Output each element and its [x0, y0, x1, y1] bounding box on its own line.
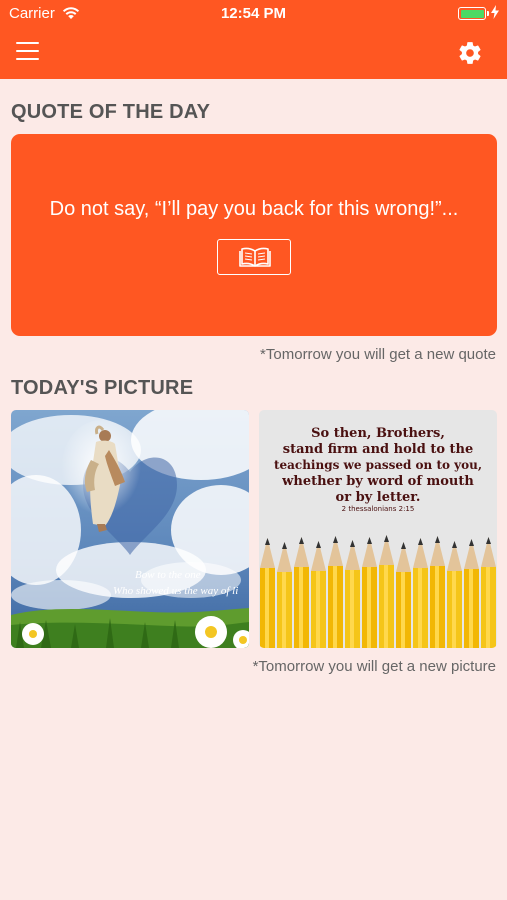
verse-line-4: whether by word of mouth: [281, 474, 474, 489]
charging-bolt-icon: [491, 5, 499, 19]
verse-reference: 2 thessalonians 2:15: [342, 505, 415, 513]
status-time: 12:54 PM: [220, 5, 287, 22]
quote-note: *Tomorrow you will get a new quote: [260, 346, 496, 363]
picture-caption-line-1: Bow to the one: [135, 569, 201, 581]
gear-icon[interactable]: [457, 40, 483, 66]
quote-text: Do not say, “I’ll pay you back for this …: [49, 198, 459, 220]
picture-note: *Tomorrow you will get a new picture: [252, 658, 496, 675]
battery-icon: [458, 7, 489, 20]
verse-line-1: So then, Brothers,: [311, 426, 445, 441]
quote-section-title: QUOTE OF THE DAY: [11, 101, 211, 123]
hamburger-menu-icon[interactable]: [16, 42, 40, 60]
jesus-sky-picture[interactable]: Bow to the one Who showed us the way of …: [11, 410, 249, 648]
app-header: Carrier 12:54 PM: [0, 0, 507, 79]
verse-line-5: or by letter.: [336, 490, 421, 505]
status-bar: Carrier 12:54 PM: [0, 0, 507, 28]
jesus-sky-image: Bow to the one Who showed us the way of …: [11, 410, 249, 648]
verse-pencils-picture[interactable]: So then, Brothers, stand firm and hold t…: [259, 410, 497, 648]
read-quote-button[interactable]: [217, 239, 291, 275]
picture-section-title: TODAY'S PICTURE: [11, 377, 194, 399]
picture-caption-line-2: Who showed us the way of li: [113, 585, 238, 597]
verse-line-2: stand firm and hold to the: [283, 442, 474, 457]
open-book-icon: [239, 247, 271, 267]
quote-card[interactable]: Do not say, “I’ll pay you back for this …: [11, 134, 497, 336]
verse-pencils-image: So then, Brothers, stand firm and hold t…: [259, 410, 497, 648]
verse-line-3: teachings we passed on to you,: [274, 458, 482, 472]
